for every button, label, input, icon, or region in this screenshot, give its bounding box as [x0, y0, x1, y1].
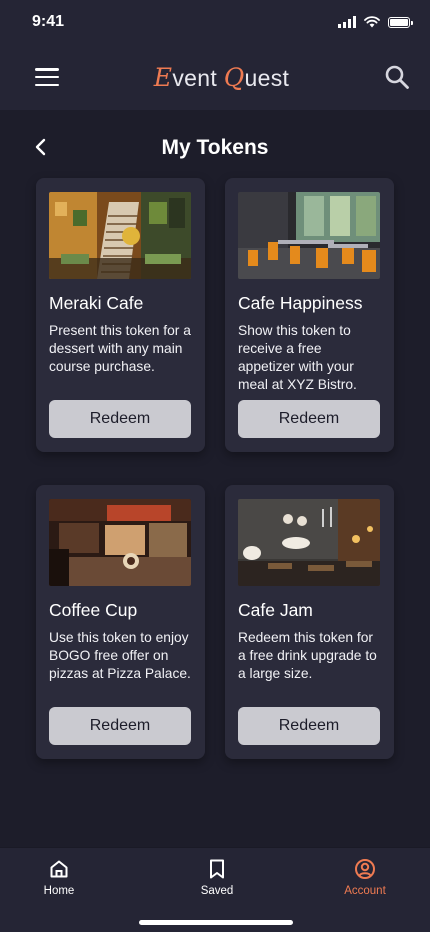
battery-level [390, 18, 408, 26]
redeem-button[interactable]: Redeem [49, 400, 191, 438]
home-icon [50, 860, 68, 878]
nav-saved-label: Saved [200, 885, 234, 897]
cafe-image [49, 192, 191, 279]
token-card: Meraki Cafe Present this token for a des… [36, 178, 205, 452]
cellular-signal-icon [338, 16, 356, 28]
nav-home[interactable]: Home [14, 858, 104, 897]
token-description: Present this token for a dessert with an… [49, 323, 191, 374]
status-time: 9:41 [32, 13, 65, 30]
token-card: Cafe Jam Redeem this token for a free dr… [225, 485, 394, 759]
status-bar: 9:41 [0, 0, 430, 44]
token-card: Coffee Cup Use this token to enjoy BOGO … [36, 485, 205, 759]
status-icons [338, 16, 413, 28]
home-indicator [139, 920, 293, 925]
token-description: Redeem this token for a free drink upgra… [238, 630, 377, 681]
token-description: Use this token to enjoy BOGO free offer … [49, 630, 191, 681]
token-grid: Meraki Cafe Present this token for a des… [36, 178, 394, 759]
cafe-image [238, 192, 380, 279]
token-name: Cafe Happiness [238, 293, 363, 313]
token-card: Cafe Happiness Show this token to receiv… [225, 178, 394, 452]
token-name: Coffee Cup [49, 600, 138, 620]
redeem-button[interactable]: Redeem [238, 707, 380, 745]
cafe-image [49, 499, 191, 586]
app-logo: Event Quest [153, 62, 290, 92]
battery-icon [388, 16, 413, 28]
redeem-button[interactable]: Redeem [238, 400, 380, 438]
nav-home-label: Home [43, 885, 75, 897]
back-arrow-icon[interactable] [30, 136, 52, 158]
user-circle-icon [355, 859, 375, 879]
app-header: Event Quest [0, 44, 430, 110]
page-title: My Tokens [161, 136, 269, 159]
token-name: Cafe Jam [238, 600, 313, 620]
nav-account-label: Account [344, 885, 386, 897]
menu-icon[interactable] [35, 68, 59, 86]
nav-saved[interactable]: Saved [172, 858, 262, 897]
token-description: Show this token to receive a free appeti… [238, 323, 357, 392]
search-icon[interactable] [384, 64, 410, 90]
token-name: Meraki Cafe [49, 293, 144, 313]
wifi-icon [364, 16, 380, 28]
cafe-image [238, 499, 380, 586]
bookmark-icon [210, 859, 224, 879]
redeem-button[interactable]: Redeem [49, 707, 191, 745]
nav-account[interactable]: Account [320, 858, 410, 897]
title-row: My Tokens [0, 128, 430, 168]
